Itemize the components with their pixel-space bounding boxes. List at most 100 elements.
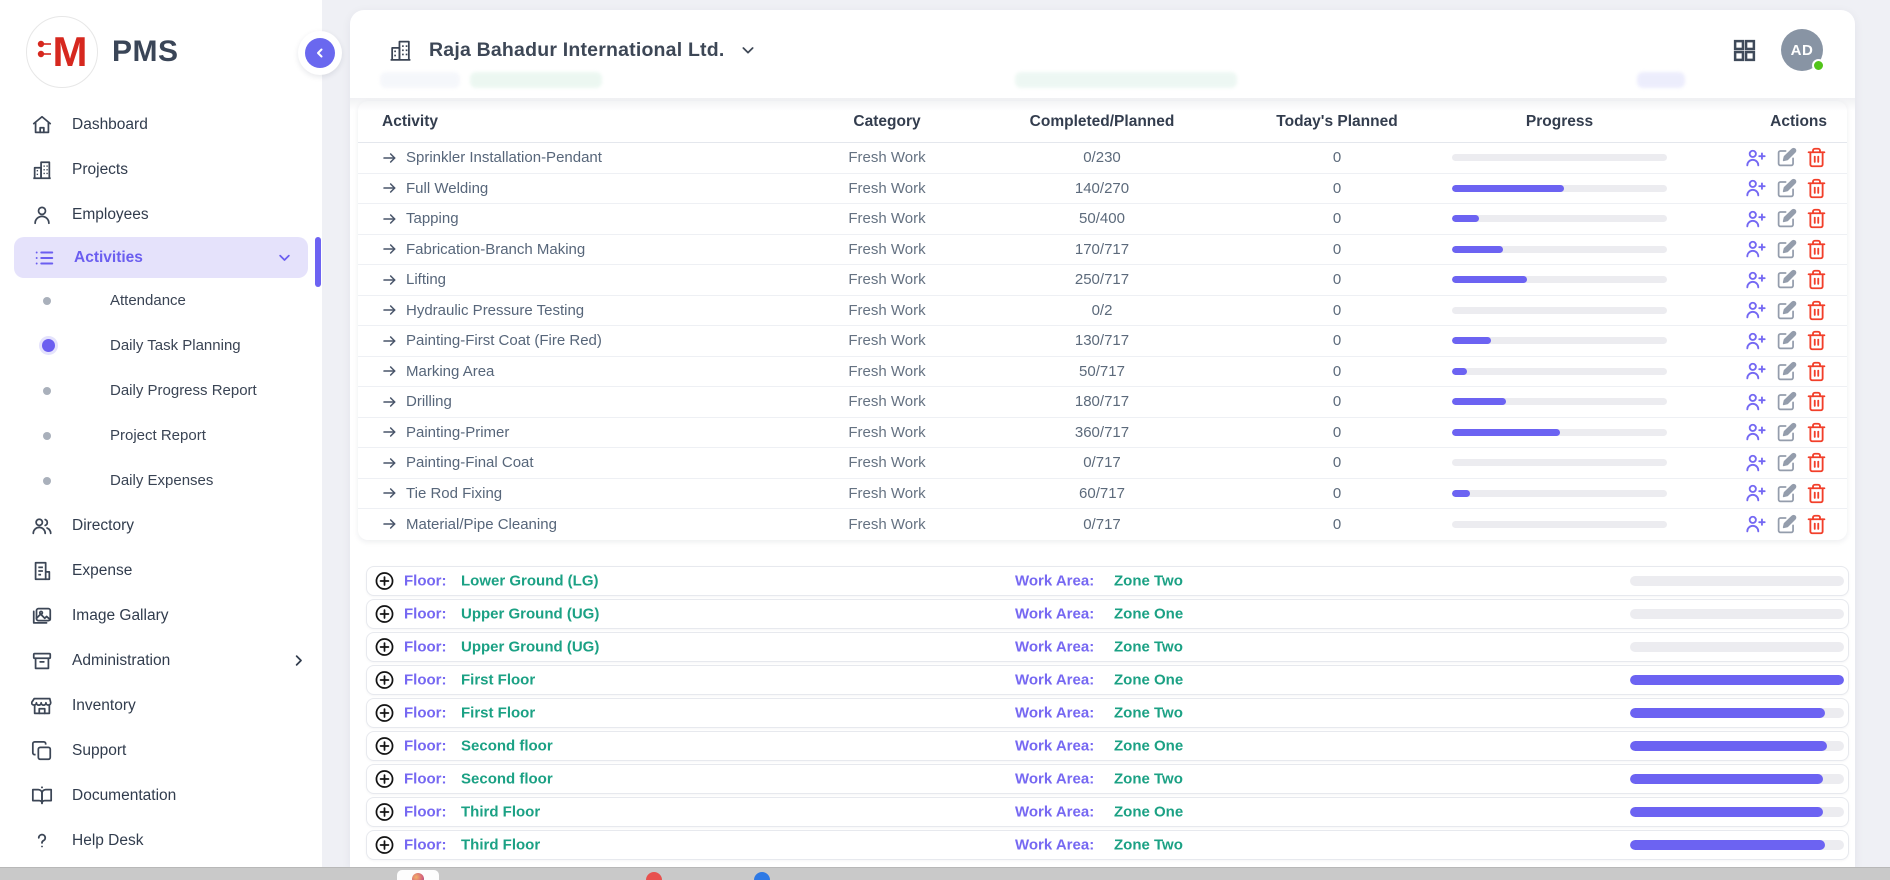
edit-activity-button[interactable]	[1776, 239, 1797, 260]
assign-user-button[interactable]	[1745, 482, 1767, 504]
assign-user-button[interactable]	[1745, 269, 1767, 291]
activity-name: Tie Rod Fixing	[406, 485, 502, 502]
assign-user-button[interactable]	[1745, 360, 1767, 382]
delete-activity-button[interactable]	[1806, 208, 1827, 229]
assign-user-button[interactable]	[1745, 208, 1767, 230]
edit-activity-button[interactable]	[1776, 147, 1797, 168]
edit-activity-button[interactable]	[1776, 422, 1797, 443]
sidebar-item-employees[interactable]: Employees	[0, 192, 322, 237]
sidebar-subitem-daily-progress-report[interactable]: Daily Progress Report	[0, 368, 322, 413]
assign-user-button[interactable]	[1745, 147, 1767, 169]
sidebar-subitem-project-report[interactable]: Project Report	[0, 413, 322, 458]
delete-activity-button[interactable]	[1806, 300, 1827, 321]
expand-plus-circle-icon[interactable]	[374, 669, 395, 690]
delete-activity-button[interactable]	[1806, 361, 1827, 382]
os-taskbar[interactable]	[0, 867, 1890, 880]
sidebar-item-activities[interactable]: Activities	[14, 237, 308, 278]
edit-activity-button[interactable]	[1776, 361, 1797, 382]
sidebar-subitem-daily-expenses[interactable]: Daily Expenses	[0, 458, 322, 503]
delete-activity-button[interactable]	[1806, 178, 1827, 199]
floor-row[interactable]: Floor:Second floorWork Area:Zone Two	[366, 764, 1849, 794]
assign-user-button[interactable]	[1745, 177, 1767, 199]
activity-row[interactable]: Tie Rod FixingFresh Work60/7170	[358, 479, 1847, 510]
activity-row[interactable]: Full WeldingFresh Work140/2700	[358, 174, 1847, 205]
sidebar-item-support[interactable]: Support	[0, 728, 322, 773]
expand-plus-circle-icon[interactable]	[374, 636, 395, 657]
edit-activity-button[interactable]	[1776, 178, 1797, 199]
question-icon	[30, 829, 54, 853]
sidebar-item-expense[interactable]: Expense	[0, 548, 322, 593]
assign-user-button[interactable]	[1745, 421, 1767, 443]
edit-activity-button[interactable]	[1776, 208, 1797, 229]
company-selector[interactable]: Raja Bahadur International Ltd.	[388, 38, 756, 63]
delete-activity-button[interactable]	[1806, 514, 1827, 535]
assign-user-button[interactable]	[1745, 299, 1767, 321]
expand-plus-circle-icon[interactable]	[374, 603, 395, 624]
activity-row[interactable]: Hydraulic Pressure TestingFresh Work0/20	[358, 296, 1847, 327]
taskbar-blue-icon[interactable]	[754, 872, 770, 880]
edit-activity-button[interactable]	[1776, 330, 1797, 351]
sidebar-subitem-daily-task-planning[interactable]: Daily Task Planning	[0, 323, 322, 368]
assign-user-button[interactable]	[1745, 238, 1767, 260]
taskbar-app-icon[interactable]	[397, 870, 439, 880]
sidebar-collapse-button[interactable]	[305, 38, 335, 68]
edit-activity-button[interactable]	[1776, 300, 1797, 321]
user-avatar[interactable]: AD	[1781, 29, 1823, 71]
activity-row[interactable]: Painting-PrimerFresh Work360/7170	[358, 418, 1847, 449]
sidebar-item-inventory[interactable]: Inventory	[0, 683, 322, 728]
delete-activity-button[interactable]	[1806, 483, 1827, 504]
activity-row[interactable]: Painting-First Coat (Fire Red)Fresh Work…	[358, 326, 1847, 357]
delete-activity-button[interactable]	[1806, 269, 1827, 290]
floor-row[interactable]: Floor:Third FloorWork Area:Zone One	[366, 797, 1849, 827]
sidebar-item-documentation[interactable]: Documentation	[0, 773, 322, 818]
delete-activity-button[interactable]	[1806, 330, 1827, 351]
sidebar-item-directory[interactable]: Directory	[0, 503, 322, 548]
delete-activity-button[interactable]	[1806, 391, 1827, 412]
sidebar-item-projects[interactable]: Projects	[0, 147, 322, 192]
assign-user-button[interactable]	[1745, 513, 1767, 535]
activity-row[interactable]: TappingFresh Work50/4000	[358, 204, 1847, 235]
delete-activity-button[interactable]	[1806, 452, 1827, 473]
taskbar-red-icon[interactable]	[646, 872, 662, 880]
sidebar-item-image-gallary[interactable]: Image Gallary	[0, 593, 322, 638]
delete-activity-button[interactable]	[1806, 147, 1827, 168]
edit-activity-button[interactable]	[1776, 391, 1797, 412]
activity-row[interactable]: LiftingFresh Work250/7170	[358, 265, 1847, 296]
expand-plus-circle-icon[interactable]	[374, 801, 395, 822]
activity-row[interactable]: Marking AreaFresh Work50/7170	[358, 357, 1847, 388]
edit-activity-button[interactable]	[1776, 452, 1797, 473]
expand-plus-circle-icon[interactable]	[374, 834, 395, 855]
sidebar-item-dashboard[interactable]: Dashboard	[0, 102, 322, 147]
activity-row[interactable]: Painting-Final CoatFresh Work0/7170	[358, 448, 1847, 479]
floor-row[interactable]: Floor:Upper Ground (UG)Work Area:Zone Tw…	[366, 632, 1849, 662]
activity-row[interactable]: DrillingFresh Work180/7170	[358, 387, 1847, 418]
sidebar-scrollbar-thumb[interactable]	[315, 237, 321, 287]
apps-grid-button[interactable]	[1732, 38, 1757, 63]
sidebar-subitem-attendance[interactable]: Attendance	[0, 278, 322, 323]
delete-activity-button[interactable]	[1806, 239, 1827, 260]
floor-row[interactable]: Floor:First FloorWork Area:Zone Two	[366, 698, 1849, 728]
floor-row[interactable]: Floor:Lower Ground (LG)Work Area:Zone Tw…	[366, 566, 1849, 596]
floor-row[interactable]: Floor:Second floorWork Area:Zone One	[366, 731, 1849, 761]
assign-user-button[interactable]	[1745, 452, 1767, 474]
floor-row[interactable]: Floor:Third FloorWork Area:Zone Two	[366, 830, 1849, 860]
activity-row[interactable]: Sprinkler Installation-PendantFresh Work…	[358, 143, 1847, 174]
delete-activity-button[interactable]	[1806, 422, 1827, 443]
floor-row[interactable]: Floor:First FloorWork Area:Zone One	[366, 665, 1849, 695]
sidebar-item-help-desk[interactable]: Help Desk	[0, 818, 322, 863]
assign-user-button[interactable]	[1745, 391, 1767, 413]
expand-plus-circle-icon[interactable]	[374, 570, 395, 591]
edit-activity-button[interactable]	[1776, 483, 1797, 504]
activity-row[interactable]: Material/Pipe CleaningFresh Work0/7170	[358, 509, 1847, 540]
edit-activity-button[interactable]	[1776, 514, 1797, 535]
sidebar-item-administration[interactable]: Administration	[0, 638, 322, 683]
sidebar-item-label: Activities	[74, 249, 143, 267]
assign-user-button[interactable]	[1745, 330, 1767, 352]
edit-activity-button[interactable]	[1776, 269, 1797, 290]
expand-plus-circle-icon[interactable]	[374, 735, 395, 756]
progress-cell	[1452, 521, 1712, 528]
expand-plus-circle-icon[interactable]	[374, 768, 395, 789]
expand-plus-circle-icon[interactable]	[374, 702, 395, 723]
activity-row[interactable]: Fabrication-Branch MakingFresh Work170/7…	[358, 235, 1847, 266]
floor-row[interactable]: Floor:Upper Ground (UG)Work Area:Zone On…	[366, 599, 1849, 629]
